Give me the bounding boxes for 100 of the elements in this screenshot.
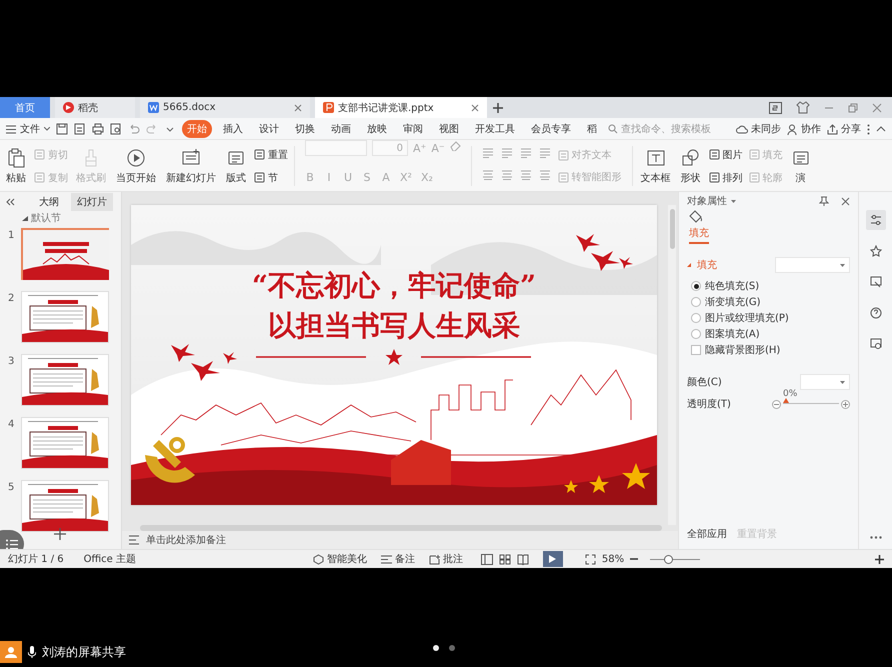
collapse-icon[interactable] [876, 126, 886, 132]
screen-share-label: 刘涛的屏幕共享 [42, 644, 126, 660]
caret-icon [22, 216, 28, 220]
fit-icon[interactable] [584, 554, 596, 564]
slide-number: 3 [8, 355, 16, 369]
badge-icon[interactable] [769, 102, 782, 114]
menu-tab[interactable]: 放映 [362, 120, 392, 138]
radio-button[interactable] [691, 313, 701, 323]
caret-icon [840, 264, 845, 266]
document-tab[interactable]: 稻壳 [55, 97, 135, 118]
menu-tab[interactable]: 切换 [290, 120, 320, 138]
comment-icon [428, 554, 440, 564]
star-icon[interactable] [870, 245, 882, 257]
toolbar-button[interactable]: 演 [788, 140, 813, 191]
radio-option[interactable]: 图案填充(A) [691, 328, 850, 340]
menu-tab[interactable]: 设计 [254, 120, 284, 138]
zoom-slider-thumb[interactable] [664, 554, 673, 564]
pin-icon[interactable] [819, 196, 829, 206]
toolbar-button[interactable]: 新建幻灯片 [164, 140, 218, 191]
menu-tab[interactable]: 视图 [434, 120, 464, 138]
slider-thumb[interactable] [783, 398, 789, 403]
toolbar-button[interactable]: 文本框 [638, 140, 673, 191]
toolbar-button[interactable]: 当页开始 [114, 140, 158, 191]
toolbar-button[interactable]: 版式 [224, 140, 248, 191]
status-button[interactable]: 智能美化 [312, 552, 367, 566]
more-icon[interactable] [867, 124, 870, 134]
increase-button[interactable] [841, 400, 850, 408]
status-button[interactable]: 批注 [428, 552, 463, 566]
menu-tab[interactable]: 插入 [218, 120, 248, 138]
pdf-icon[interactable] [74, 123, 86, 135]
page-dot[interactable] [433, 645, 439, 651]
panel-tab[interactable]: 幻灯片 [71, 193, 113, 211]
tool-icon [646, 148, 666, 168]
print-icon[interactable] [92, 123, 104, 135]
file-menu[interactable]: 文件 [6, 122, 50, 136]
preview-icon[interactable] [110, 123, 122, 135]
toolbar-button[interactable]: 图片 [708, 148, 743, 162]
toolbar-button[interactable]: 协作 [787, 122, 821, 136]
tool-icon [126, 148, 146, 168]
menu-tab[interactable]: 审阅 [398, 120, 428, 138]
panel-tab[interactable]: 填充 [689, 210, 709, 244]
help-icon[interactable] [870, 307, 882, 319]
document-tab[interactable]: 5665.docx [140, 97, 310, 118]
more-icon[interactable] [870, 536, 882, 539]
shirt-icon[interactable] [796, 101, 810, 114]
panel-button[interactable]: 全部应用 [687, 527, 727, 541]
document-tab[interactable]: 支部书记讲党课.pptx [315, 97, 487, 118]
color-dropdown[interactable] [800, 374, 850, 390]
toolbar-button[interactable]: 排列 [708, 170, 743, 184]
list-icon [6, 538, 18, 549]
menu-tab[interactable]: 会员专享 [526, 120, 576, 138]
menu-tab[interactable]: 动画 [326, 120, 356, 138]
radio-button[interactable] [691, 281, 701, 291]
microphone-icon [28, 646, 36, 658]
toolbar-button[interactable]: 分享 [827, 122, 861, 136]
menu-tab[interactable]: 开发工具 [470, 120, 520, 138]
close-icon[interactable] [872, 102, 882, 112]
panel-tab[interactable]: 大纲 [33, 193, 65, 211]
close-icon[interactable] [294, 104, 302, 112]
slideshow-icon[interactable] [870, 276, 882, 288]
font-name-field[interactable] [305, 140, 367, 156]
toolbar-button[interactable]: 未同步 [736, 122, 781, 136]
decrease-button[interactable] [772, 400, 781, 408]
add-tab-icon[interactable] [492, 102, 504, 114]
document-tab[interactable]: 首页 [0, 97, 50, 118]
toolbar-button[interactable]: 重置 [254, 148, 288, 162]
toolbar-button[interactable]: 形状 [678, 140, 703, 191]
book-icon[interactable] [516, 554, 529, 564]
image-settings-icon[interactable] [870, 338, 882, 350]
menu-tab[interactable]: 稻 [582, 120, 602, 138]
close-icon[interactable] [841, 196, 850, 206]
add-slide-icon[interactable] [54, 528, 66, 540]
play-button[interactable] [542, 551, 563, 567]
radio-button[interactable] [691, 329, 701, 339]
normal-view-icon[interactable] [480, 554, 493, 564]
grid-view-icon[interactable] [498, 554, 511, 564]
notes-field[interactable]: 单击此处添加备注 [122, 531, 678, 549]
slide-thumbnail[interactable] [21, 228, 109, 280]
tool-icon [254, 149, 265, 160]
toolbar-button[interactable]: 粘贴 [4, 140, 28, 191]
undo-icon[interactable] [128, 123, 140, 135]
slide-number: 1 [8, 229, 16, 243]
radio-option[interactable]: 渐变填充(G) [691, 296, 850, 308]
zoom-in-icon[interactable] [875, 554, 884, 564]
tool-icon [558, 150, 569, 160]
toolbar-button[interactable]: 节 [254, 170, 288, 184]
radio-option[interactable]: 图片或纹理填充(P) [691, 312, 850, 324]
checkbox-option[interactable]: 隐藏背景图形(H) [691, 344, 850, 356]
restore-icon[interactable] [848, 102, 858, 112]
vertical-scrollbar[interactable] [668, 205, 676, 525]
checkbox[interactable] [691, 345, 701, 355]
collapse-icon[interactable] [6, 198, 15, 206]
radio-option[interactable]: 纯色填充(S) [691, 280, 850, 292]
page-dot[interactable] [449, 645, 455, 651]
status-button[interactable]: 备注 [380, 552, 415, 566]
horizontal-scrollbar[interactable] [140, 525, 662, 532]
save-icon[interactable] [56, 123, 68, 135]
radio-button[interactable] [691, 297, 701, 307]
close-icon[interactable] [471, 104, 479, 112]
properties-icon[interactable] [870, 214, 882, 226]
